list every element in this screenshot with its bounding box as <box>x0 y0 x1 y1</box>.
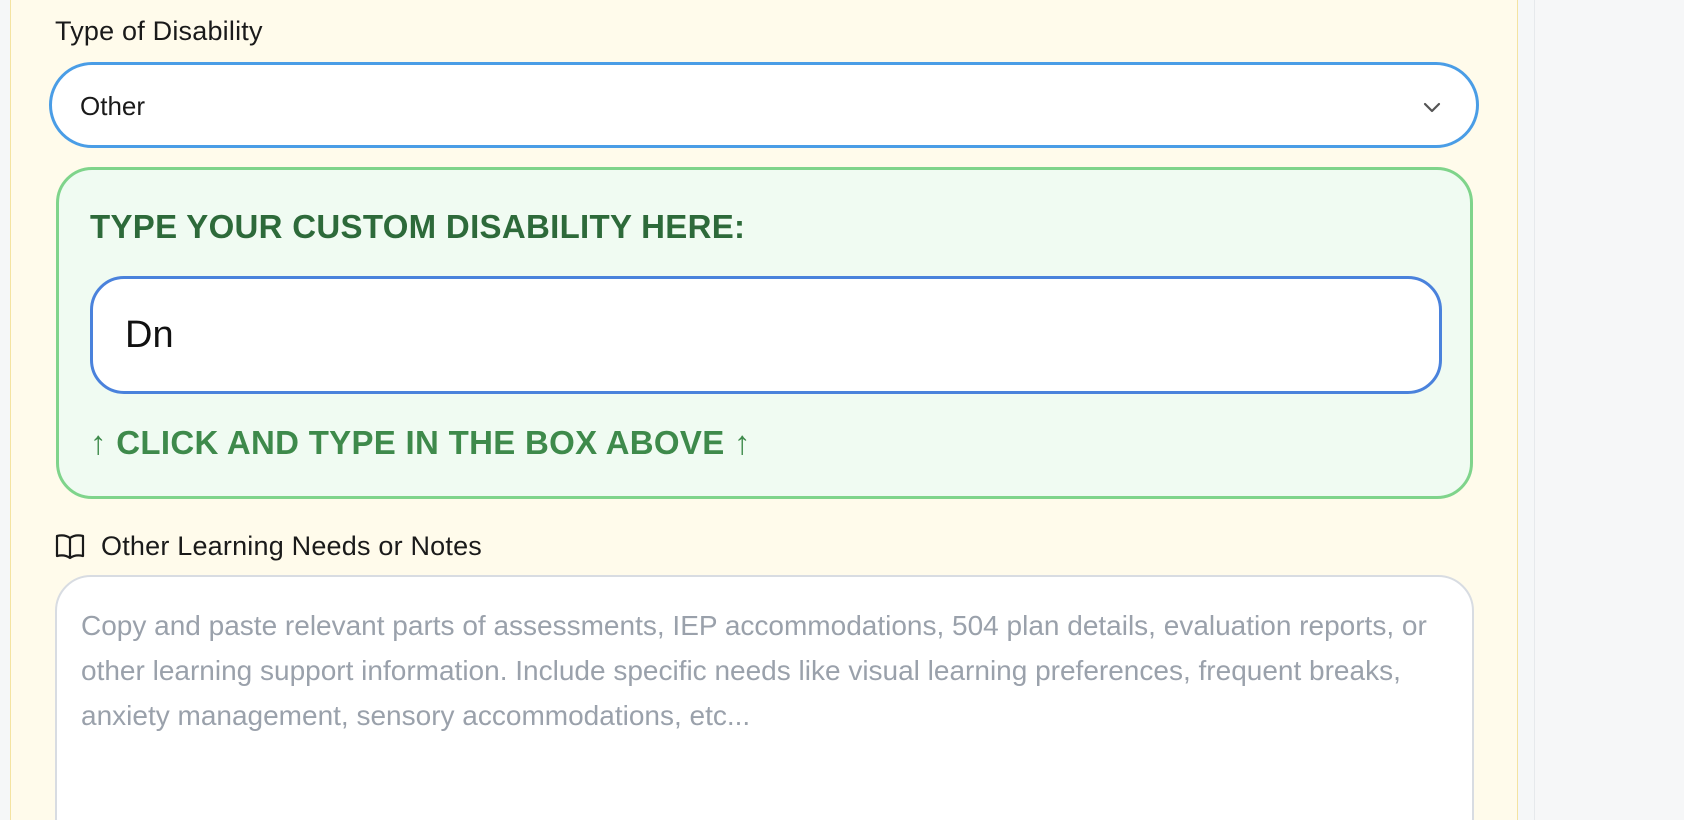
notes-label-row: Other Learning Needs or Notes <box>55 530 482 562</box>
custom-disability-input[interactable] <box>90 276 1442 394</box>
disability-type-label: Type of Disability <box>55 16 263 46</box>
custom-disability-heading: TYPE YOUR CUSTOM DISABILITY HERE: <box>90 208 746 245</box>
chevron-down-icon <box>1423 102 1441 113</box>
side-gutter <box>1534 0 1684 820</box>
disability-type-value: Other <box>80 91 146 121</box>
notes-textarea[interactable] <box>55 575 1474 820</box>
custom-disability-box: TYPE YOUR CUSTOM DISABILITY HERE: ↑ CLIC… <box>56 167 1473 499</box>
custom-disability-hint: ↑ CLICK AND TYPE IN THE BOX ABOVE ↑ <box>90 424 751 461</box>
notes-label: Other Learning Needs or Notes <box>101 530 483 561</box>
book-open-icon <box>55 534 85 560</box>
disability-type-select[interactable]: Other <box>49 62 1479 148</box>
page: Type of Disability Other TYPE YOUR CUSTO… <box>0 0 1684 820</box>
